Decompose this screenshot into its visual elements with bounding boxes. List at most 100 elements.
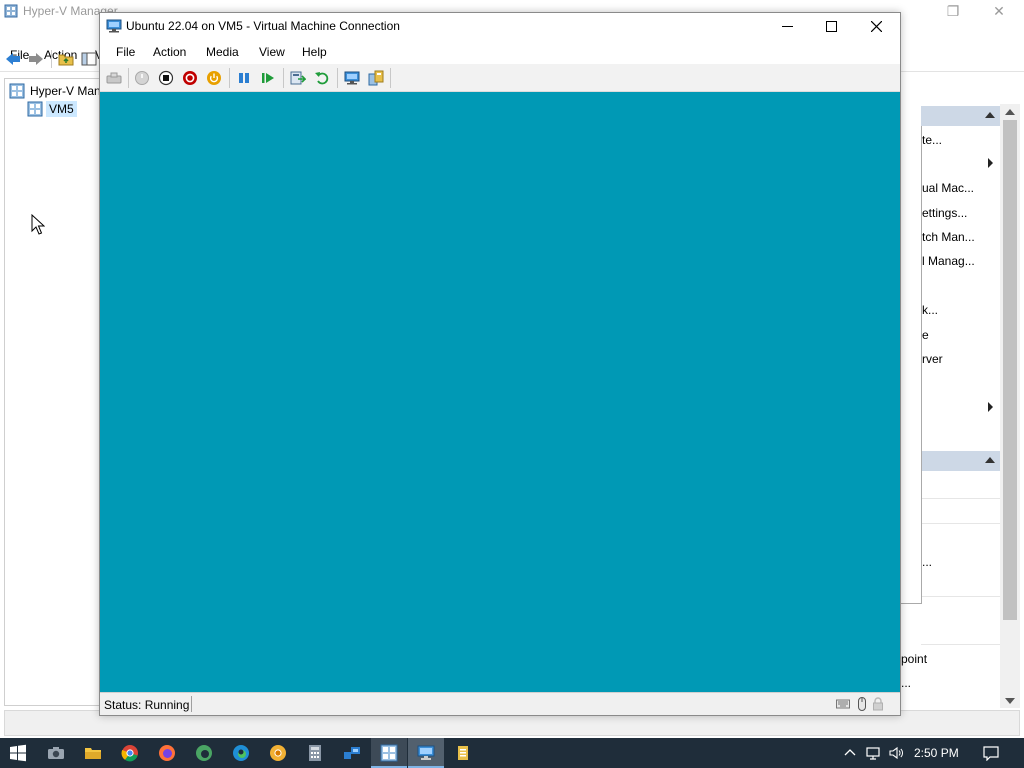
console-tree-icon[interactable] xyxy=(81,51,97,67)
console-tree-pane: Hyper-V Man VM5 xyxy=(4,78,101,706)
vm-connection-titlebar[interactable]: Ubuntu 22.04 on VM5 - Virtual Machine Co… xyxy=(100,13,900,40)
actions-scrollbar[interactable] xyxy=(1000,104,1020,708)
windows-start-icon xyxy=(10,744,26,762)
checkpoint-icon[interactable] xyxy=(290,70,306,86)
toolbar-separator xyxy=(128,68,129,88)
start-button[interactable] xyxy=(0,738,36,768)
hyper-v-manager-icon xyxy=(380,744,398,762)
show-hidden-icons-icon[interactable] xyxy=(842,745,858,761)
vm-toolbar xyxy=(100,64,900,92)
turn-off-icon[interactable] xyxy=(158,70,174,86)
action-item-1[interactable]: te... xyxy=(922,133,942,147)
enhanced-session-icon[interactable] xyxy=(344,70,360,86)
start-icon[interactable] xyxy=(134,70,150,86)
tree-item-vm5[interactable]: VM5 xyxy=(46,101,77,117)
taskbar-firefox[interactable] xyxy=(149,738,185,768)
taskbar-chrome[interactable] xyxy=(112,738,148,768)
maximize-icon xyxy=(826,21,837,32)
action-item-2[interactable]: ual Mac... xyxy=(922,181,974,195)
mouse-pointer-icon xyxy=(31,214,45,235)
menu-media[interactable]: Media xyxy=(206,45,239,59)
ctrl-alt-del-icon[interactable] xyxy=(106,70,122,86)
chrome-canary-icon xyxy=(270,745,286,761)
shut-down-icon[interactable] xyxy=(182,70,198,86)
action-item-10[interactable]: point xyxy=(901,652,927,666)
up-folder-icon[interactable] xyxy=(58,51,74,67)
bg-restore-button[interactable]: ❐ xyxy=(930,0,976,22)
chevron-up-icon xyxy=(985,457,995,463)
action-item-7[interactable]: e xyxy=(922,328,929,342)
menu-file[interactable]: File xyxy=(116,45,135,59)
toolbar-separator xyxy=(337,68,338,88)
action-item-11[interactable]: ... xyxy=(901,676,911,690)
bg-close-button[interactable]: ✕ xyxy=(976,0,1022,22)
actions-divider xyxy=(921,644,1001,645)
action-center-icon[interactable] xyxy=(983,745,999,761)
scroll-down-icon[interactable] xyxy=(1005,698,1015,704)
vm-connection-icon xyxy=(417,745,435,760)
tree-item-hyper-v-manager[interactable]: Hyper-V Man xyxy=(30,84,101,98)
action-item-3[interactable]: ettings... xyxy=(922,206,967,220)
taskbar-people[interactable] xyxy=(334,738,370,768)
scroll-up-icon[interactable] xyxy=(1005,109,1015,115)
notepad-icon xyxy=(458,746,468,760)
taskbar-edge[interactable] xyxy=(223,738,259,768)
vm-status-text: Status: Running xyxy=(104,698,190,712)
taskbar-edge-dev[interactable] xyxy=(186,738,222,768)
taskbar-hyper-v-manager[interactable] xyxy=(371,738,407,768)
action-item-8[interactable]: rver xyxy=(922,352,943,366)
popup-menu-edge xyxy=(900,126,922,604)
scroll-thumb[interactable] xyxy=(1003,120,1017,620)
taskbar-camera[interactable] xyxy=(38,738,74,768)
share-icon[interactable] xyxy=(368,70,384,86)
vm-connection-window: Ubuntu 22.04 on VM5 - Virtual Machine Co… xyxy=(99,12,901,716)
toolbar-separator xyxy=(283,68,284,88)
menu-view[interactable]: View xyxy=(259,45,285,59)
toolbar-separator xyxy=(390,68,391,88)
minimize-icon xyxy=(782,26,793,27)
network-icon[interactable] xyxy=(865,745,881,761)
status-separator xyxy=(191,696,192,712)
hyper-v-manager-node-icon xyxy=(9,83,25,99)
keyboard-icon xyxy=(836,699,850,709)
firefox-icon xyxy=(159,745,175,761)
actions-header-vm[interactable] xyxy=(921,451,1001,471)
taskbar-file-explorer[interactable] xyxy=(75,738,111,768)
taskbar-clock[interactable]: 2:50 PM xyxy=(914,746,959,760)
resume-icon[interactable] xyxy=(260,70,276,86)
file-explorer-icon xyxy=(85,748,101,759)
actions-divider xyxy=(921,523,1001,524)
menu-help[interactable]: Help xyxy=(302,45,327,59)
action-item-4[interactable]: tch Man... xyxy=(922,230,975,244)
camera-icon xyxy=(48,747,64,759)
vm-display-screen[interactable] xyxy=(100,92,900,692)
maximize-button[interactable] xyxy=(808,13,854,40)
forward-arrow-icon[interactable] xyxy=(28,51,44,67)
chrome-icon xyxy=(121,745,138,762)
close-icon xyxy=(871,21,882,32)
vm-window-title: Ubuntu 22.04 on VM5 - Virtual Machine Co… xyxy=(126,19,400,33)
menu-action[interactable]: Action xyxy=(153,45,186,59)
vm-connection-icon xyxy=(106,19,122,33)
action-item-6[interactable]: k... xyxy=(922,303,938,317)
windows-taskbar: 2:50 PM xyxy=(0,738,1024,768)
action-item-5[interactable]: l Manag... xyxy=(922,254,975,268)
taskbar-calculator[interactable] xyxy=(297,738,333,768)
taskbar-chrome-canary[interactable] xyxy=(260,738,296,768)
minimize-button[interactable] xyxy=(764,13,810,40)
taskbar-vm-connection[interactable] xyxy=(408,738,444,768)
revert-icon[interactable] xyxy=(314,70,330,86)
submenu-arrow-icon xyxy=(988,402,993,412)
actions-header-server[interactable] xyxy=(921,106,1001,126)
toolbar-separator xyxy=(51,50,52,68)
actions-divider xyxy=(921,596,1001,597)
volume-icon[interactable] xyxy=(888,745,904,761)
pause-icon[interactable] xyxy=(236,70,252,86)
taskbar-notepad[interactable] xyxy=(445,738,481,768)
action-item-9[interactable]: ... xyxy=(922,555,932,569)
back-arrow-icon[interactable] xyxy=(5,51,21,67)
close-button[interactable] xyxy=(854,13,900,40)
lock-icon xyxy=(873,697,883,711)
vm-menubar: File Action Media View Help xyxy=(100,40,900,64)
save-icon[interactable] xyxy=(206,70,222,86)
